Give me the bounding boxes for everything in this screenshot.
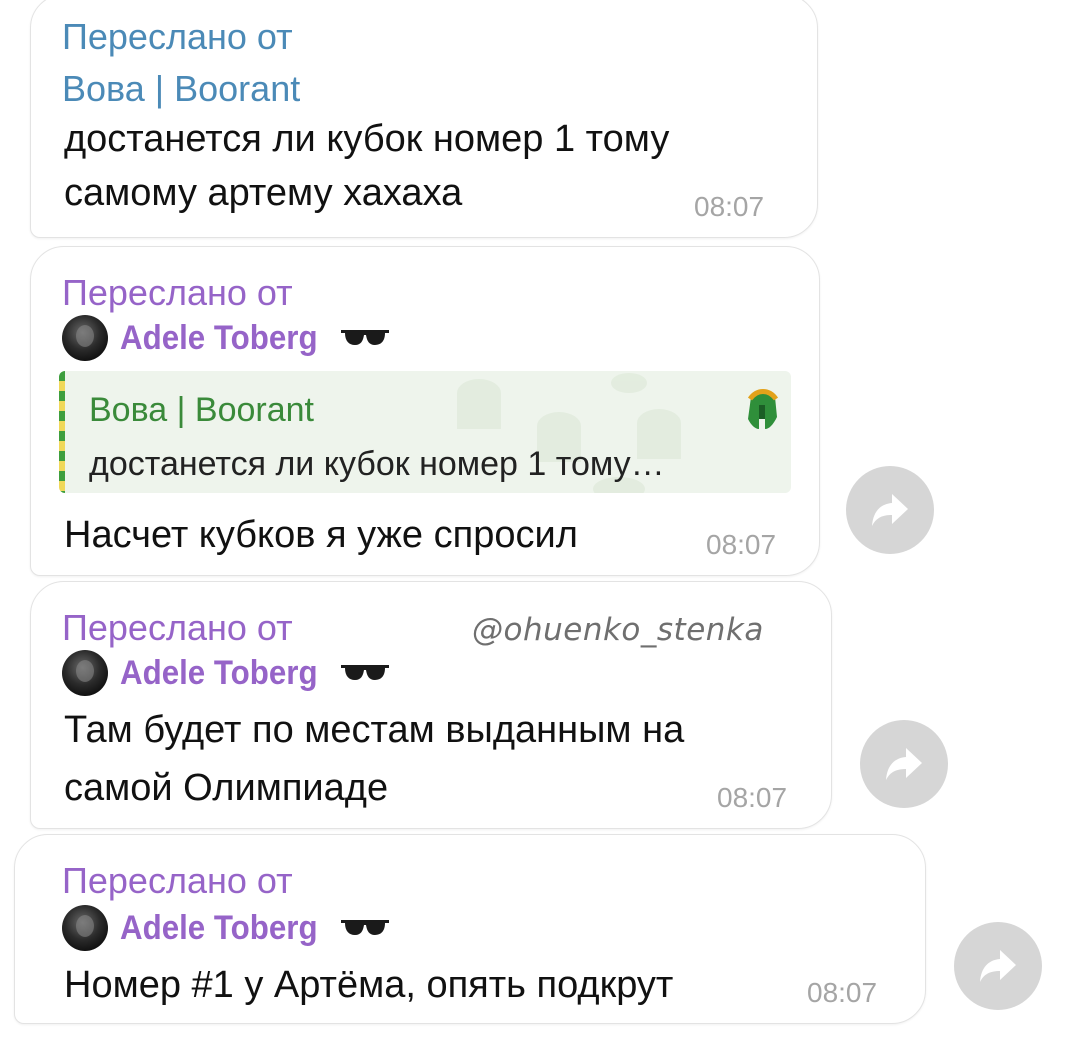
avatar <box>62 650 108 696</box>
forwarded-from-label: Переслано от <box>62 607 293 648</box>
sunglasses-icon <box>339 917 391 939</box>
forwarded-sender[interactable]: Adele Toberg <box>62 313 391 363</box>
message-text-line-1: достанется ли кубок номер 1 тому <box>64 118 670 160</box>
message-bubble-1[interactable]: Переслано от Вова | Boorant достанется л… <box>30 0 818 238</box>
message-time: 08:07 <box>807 977 878 1008</box>
share-arrow-icon <box>886 748 922 780</box>
reply-preview[interactable]: Вова | Boorant достанется ли кубок номер… <box>59 371 791 493</box>
reply-text: достанется ли кубок номер 1 тому… <box>89 445 665 483</box>
watermark: @ohuenko_stenka <box>472 612 764 648</box>
sunglasses-icon <box>339 662 391 684</box>
avatar <box>62 905 108 951</box>
forwarded-from-label: Переслано от <box>62 860 293 901</box>
message-time: 08:07 <box>694 191 765 222</box>
share-button[interactable] <box>846 466 934 554</box>
share-button[interactable] <box>954 922 1042 1010</box>
forwarded-from-label: Переслано от <box>62 16 293 57</box>
share-arrow-icon <box>872 494 908 526</box>
forwarded-from-label: Переслано от <box>62 272 293 313</box>
message-time: 08:07 <box>706 529 777 560</box>
forwarded-sender[interactable]: Adele Toberg <box>62 903 391 953</box>
message-text-line-2: самой Олимпиаде <box>64 767 389 809</box>
message-text: Номер #1 у Артёма, опять подкрут <box>64 964 674 1006</box>
message-time: 08:07 <box>717 782 788 813</box>
share-button[interactable] <box>860 720 948 808</box>
forwarded-from-name[interactable]: Вова | Boorant <box>62 69 300 109</box>
sender-name: Adele Toberg <box>120 318 318 357</box>
message-text: Насчет кубков я уже спросил <box>64 514 578 556</box>
message-bubble-2[interactable]: Переслано от Adele Toberg Вова | Boorant <box>30 246 820 576</box>
message-text-line-2: самому артему хахаха <box>64 172 463 214</box>
share-arrow-icon <box>980 950 1016 982</box>
message-bubble-4[interactable]: Переслано от Adele Toberg Номер #1 у Арт… <box>14 834 926 1024</box>
message-text-line-1: Там будет по местам выданным на <box>64 709 685 751</box>
sender-name: Adele Toberg <box>120 908 318 947</box>
sender-name: Adele Toberg <box>120 653 318 692</box>
avatar <box>62 315 108 361</box>
reply-author: Вова | Boorant <box>89 391 314 429</box>
sunglasses-icon <box>339 327 391 349</box>
spartan-helmet-icon <box>745 387 779 438</box>
forwarded-sender[interactable]: Adele Toberg <box>62 648 391 698</box>
